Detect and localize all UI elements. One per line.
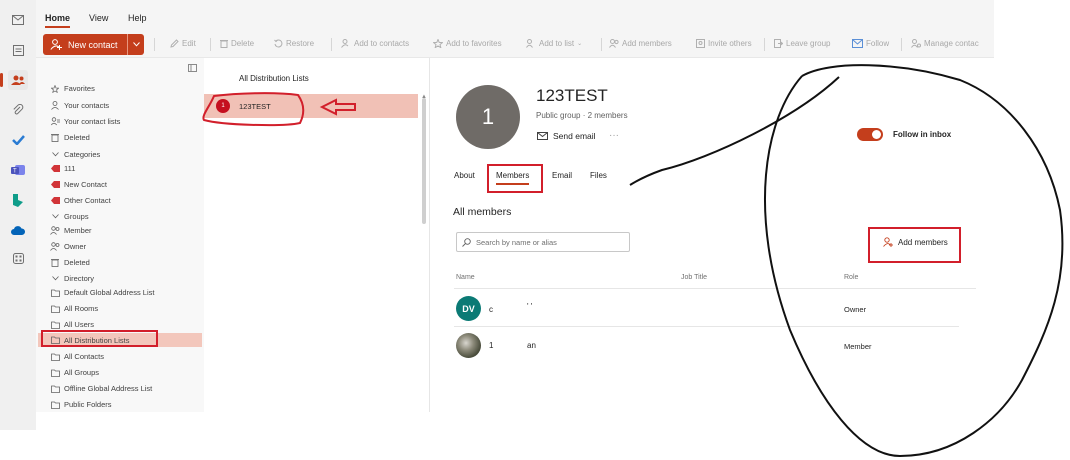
annotation-line — [629, 76, 840, 186]
annotation-drawing-layer — [202, 64, 1064, 458]
annotation-arrow — [319, 98, 356, 116]
annotation-oval — [763, 64, 1064, 458]
annotation-circle-123test — [202, 92, 305, 127]
outlook-people-app: T Home View Help New contact Edit Delete… — [0, 0, 1070, 460]
